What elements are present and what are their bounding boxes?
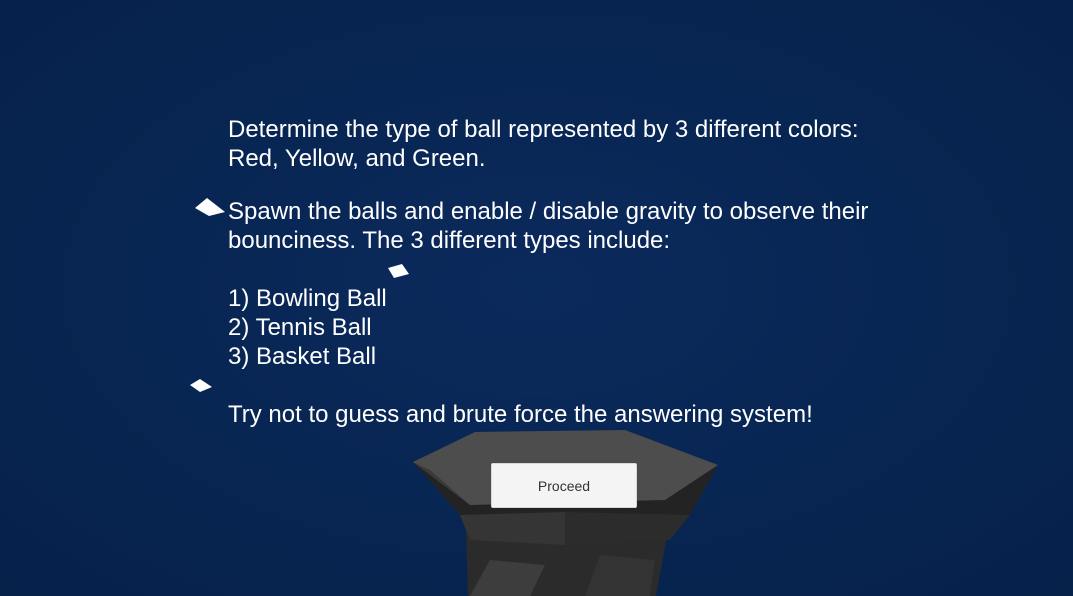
instruction-line: Spawn the balls and enable / disable gra… [228, 198, 869, 225]
ball-type-item: 1) Bowling Ball [228, 285, 387, 312]
instructions-panel: Determine the type of ball represented b… [228, 115, 928, 429]
proceed-button[interactable]: Proceed [491, 463, 637, 508]
instruction-line: Red, Yellow, and Green. [228, 145, 486, 172]
game-scene: Determine the type of ball represented b… [0, 0, 1073, 596]
warning-text: Try not to guess and brute force the ans… [228, 401, 813, 428]
instruction-line: bounciness. The 3 different types includ… [228, 227, 671, 254]
ball-type-item: 2) Tennis Ball [228, 314, 372, 341]
ball-type-item: 3) Basket Ball [228, 343, 377, 370]
floating-shard [195, 198, 225, 216]
floating-shard [190, 379, 212, 392]
instruction-line: Determine the type of ball represented b… [228, 116, 859, 143]
